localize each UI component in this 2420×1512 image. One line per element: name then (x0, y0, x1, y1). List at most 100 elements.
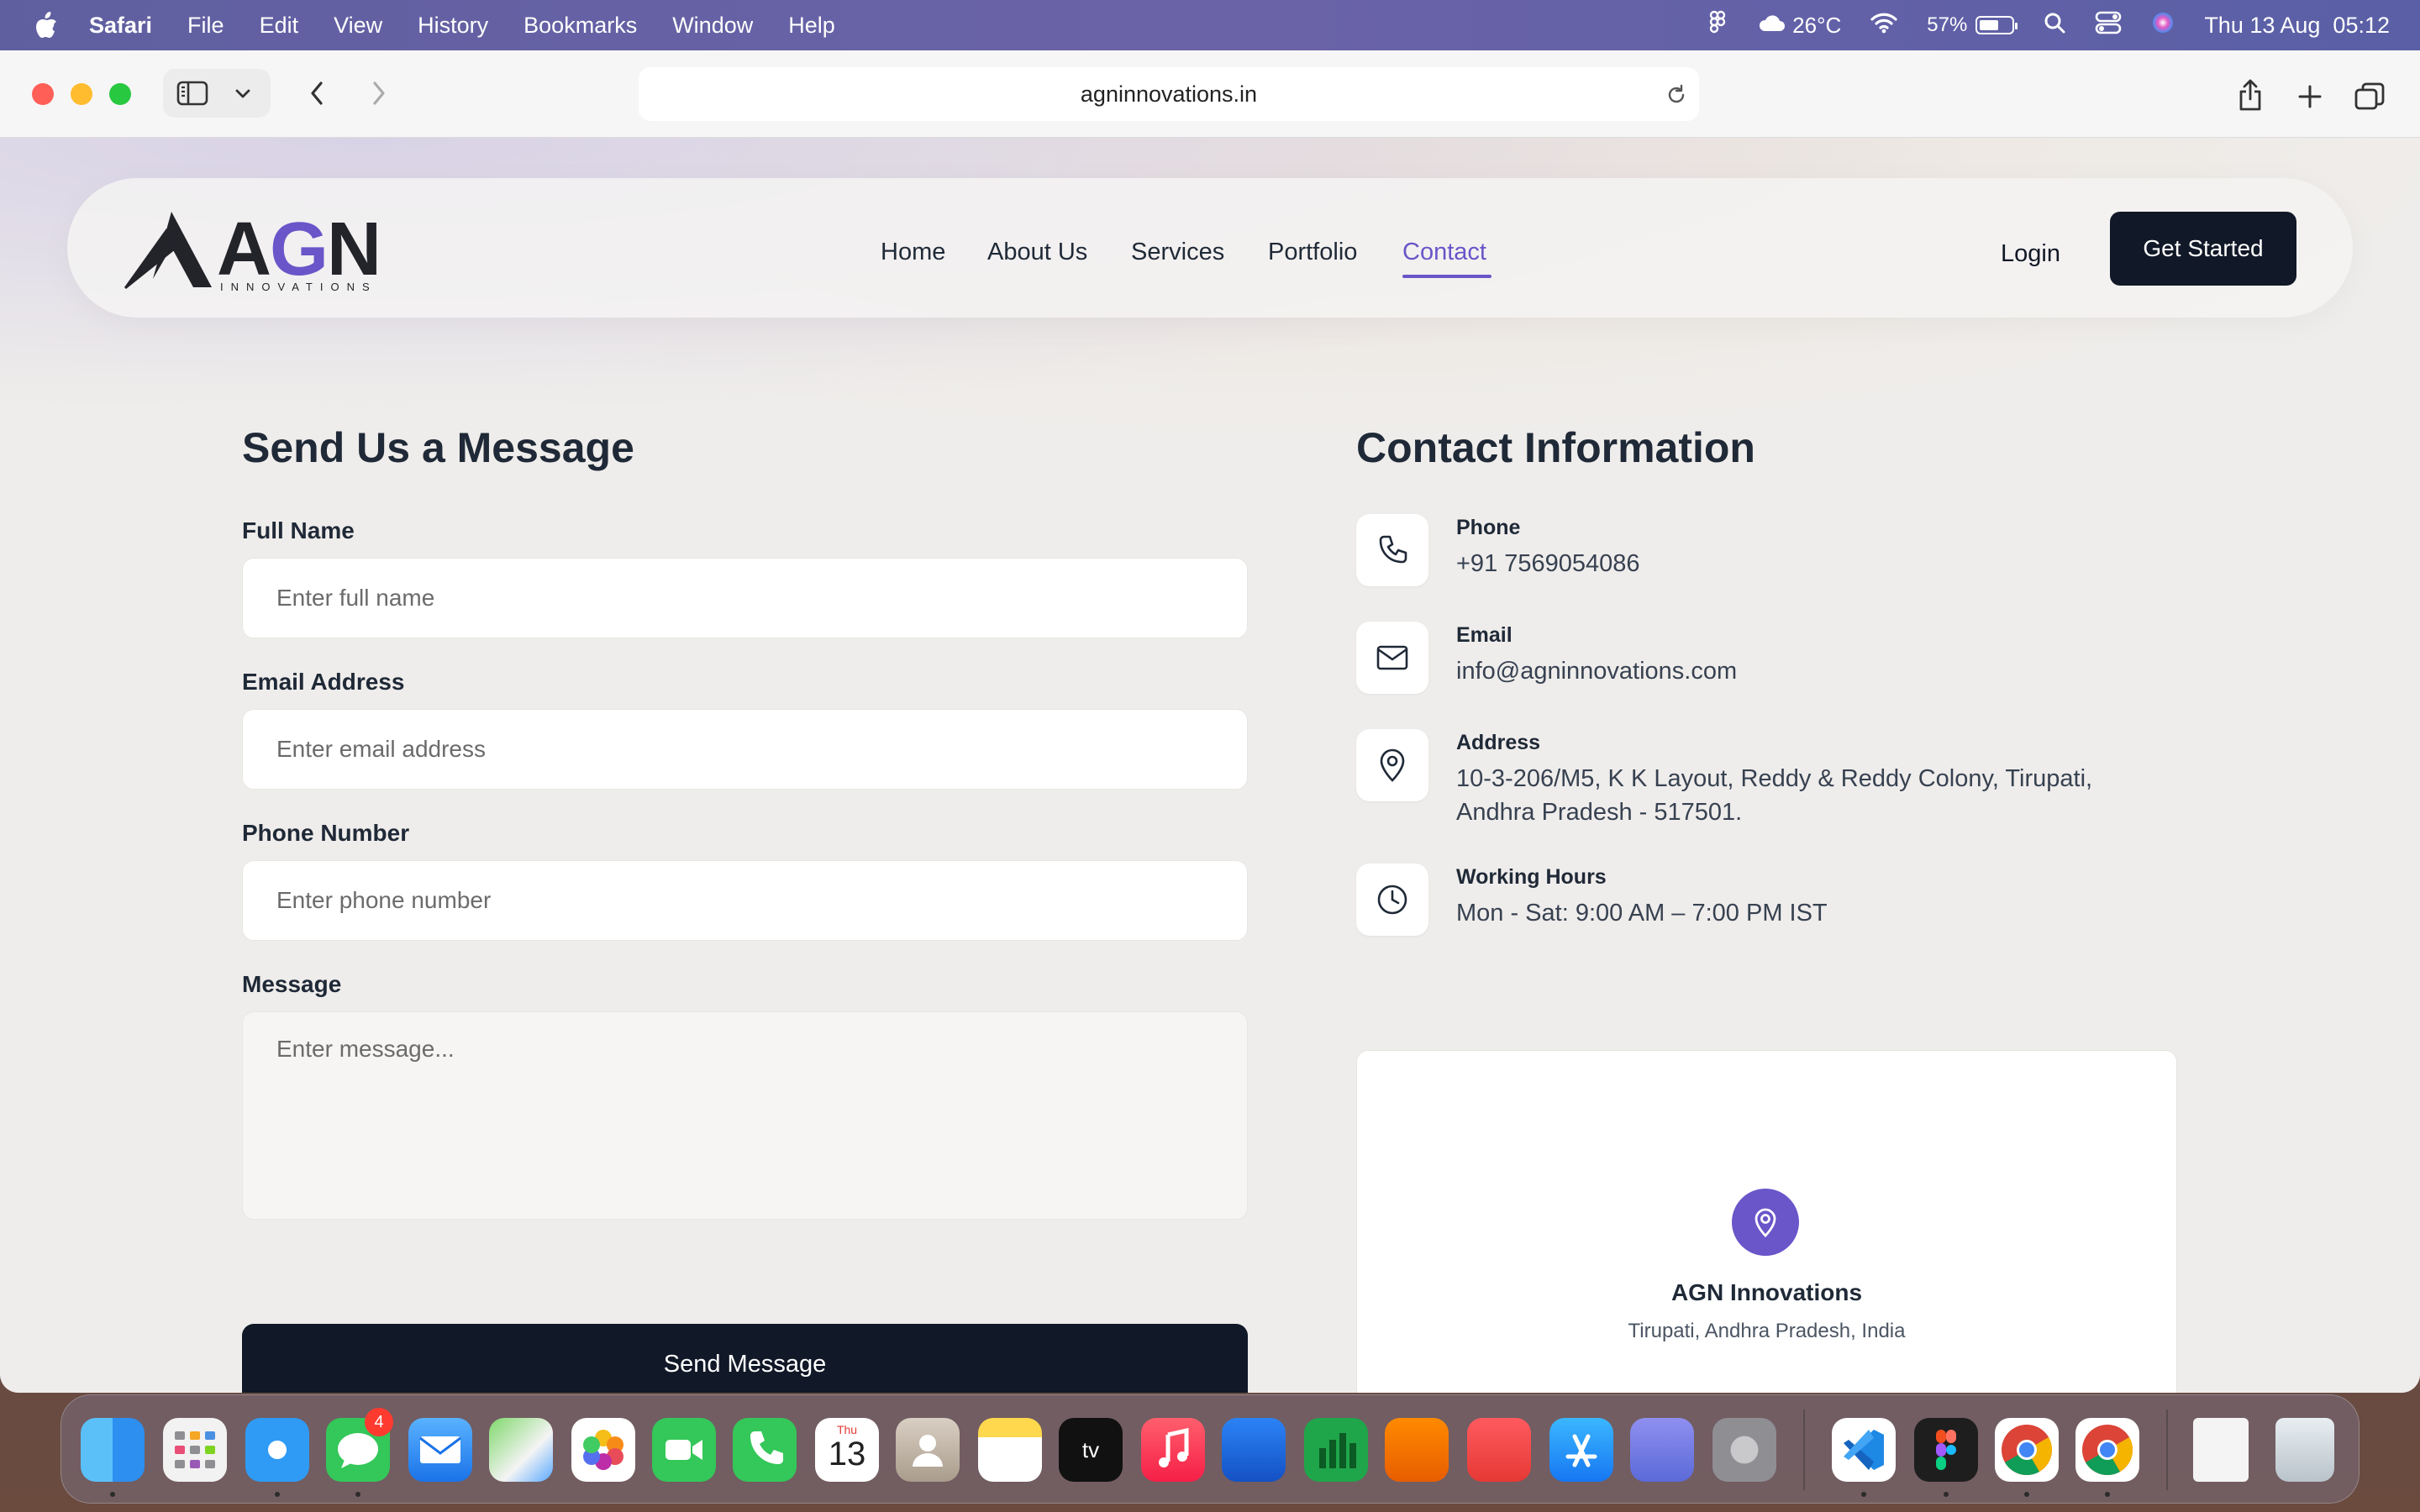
get-started-button[interactable]: Get Started (2110, 212, 2296, 286)
menu-window[interactable]: Window (672, 13, 753, 39)
menu-edit[interactable]: Edit (260, 13, 299, 39)
full-name-input[interactable] (242, 558, 1248, 638)
email-label: Email Address (242, 669, 405, 695)
logo-subtitle: INNOVATIONS (220, 281, 377, 293)
full-name-label: Full Name (242, 517, 355, 543)
zoom-window-button[interactable] (109, 83, 131, 105)
figma-running-dot (1944, 1492, 1949, 1497)
keynote-icon[interactable] (1222, 1418, 1286, 1482)
siri-icon[interactable] (2150, 10, 2175, 41)
chrome-alt-running-dot (2105, 1492, 2110, 1497)
menu-history[interactable]: History (418, 13, 488, 39)
search-icon[interactable] (2043, 11, 2066, 40)
forward-arrow-icon[interactable] (348, 69, 410, 118)
phone-icon (1379, 535, 1407, 564)
nav-active-underline (1402, 275, 1491, 278)
close-window-button[interactable] (32, 83, 54, 105)
launchpad-icon[interactable] (163, 1418, 227, 1482)
reload-icon[interactable] (1662, 81, 1691, 109)
web-page: AGN INNOVATIONS Home About Us Services P… (0, 138, 2420, 1393)
email-icon-tile (1356, 622, 1428, 694)
mail-icon[interactable] (408, 1418, 472, 1482)
chrome-alt-icon[interactable] (2075, 1418, 2139, 1482)
address-url: agninnovations.in (1080, 81, 1258, 107)
logo-mark-icon (124, 212, 212, 289)
address-bar[interactable]: agninnovations.in (639, 67, 1699, 121)
back-arrow-icon[interactable] (286, 69, 348, 118)
hours-value: Mon - Sat: 9:00 AM – 7:00 PM IST (1456, 900, 1828, 927)
app-store-icon[interactable] (1549, 1418, 1613, 1482)
phone-label-text: Phone (1456, 516, 1521, 539)
notes-icon[interactable] (978, 1418, 1042, 1482)
wifi-icon[interactable] (1870, 12, 1898, 39)
dock-separator (1803, 1410, 1805, 1490)
minimize-window-button[interactable] (71, 83, 92, 105)
battery-status[interactable]: 57% (1927, 13, 2018, 37)
chrome-icon[interactable] (1995, 1418, 2059, 1482)
address-line-1: 10-3-206/M5, K K Layout, Reddy & Reddy C… (1456, 765, 2093, 792)
tab-overview-icon[interactable] (2349, 77, 2390, 116)
weather-temp: 26°C (1792, 12, 1842, 38)
sidebar-icon[interactable] (163, 69, 222, 118)
send-message-button[interactable]: Send Message (242, 1324, 1248, 1393)
system-settings-icon[interactable] (1712, 1418, 1776, 1482)
calendar-icon[interactable]: Thu 13 (815, 1418, 879, 1482)
facetime-icon[interactable] (652, 1418, 716, 1482)
apple-tv-icon[interactable]: tv (1059, 1418, 1123, 1482)
figma-status-icon[interactable] (1708, 10, 1728, 41)
trash-icon[interactable] (2275, 1418, 2334, 1482)
contacts-icon[interactable] (896, 1418, 960, 1482)
document-icon[interactable] (2193, 1418, 2249, 1482)
nav-portfolio[interactable]: Portfolio (1268, 239, 1357, 266)
nav-home[interactable]: Home (881, 239, 945, 266)
history-nav-group (286, 69, 410, 118)
phone-app-icon[interactable] (733, 1418, 797, 1482)
rocket-icon[interactable] (1467, 1418, 1531, 1482)
map-pin-icon (1380, 748, 1405, 782)
figma-icon[interactable] (1914, 1418, 1978, 1482)
safari-icon[interactable] (245, 1418, 309, 1482)
menu-bookmarks[interactable]: Bookmarks (523, 13, 637, 39)
calendar-day-label: Thu (836, 1423, 858, 1436)
pages-icon[interactable] (1385, 1418, 1449, 1482)
numbers-icon[interactable] (1304, 1418, 1368, 1482)
email-input[interactable] (242, 709, 1248, 790)
simulator-icon[interactable] (1630, 1418, 1694, 1482)
hours-label-text: Working Hours (1456, 865, 1607, 889)
message-textarea[interactable] (242, 1011, 1248, 1220)
address-line-2: Andhra Pradesh - 517501. (1456, 799, 1743, 826)
login-link[interactable]: Login (2001, 240, 2060, 268)
weather-status[interactable]: 26°C (1757, 13, 1841, 39)
phone-icon-tile (1356, 514, 1428, 586)
calendar-day-number: 13 (828, 1436, 866, 1473)
site-logo[interactable]: AGN INNOVATIONS (124, 207, 385, 297)
map-subtitle: Tirupati, Andhra Pradesh, India (1628, 1320, 1906, 1342)
menu-clock[interactable]: Thu 13 Aug 05:12 (2204, 13, 2390, 39)
maps-icon[interactable] (489, 1418, 553, 1482)
vscode-icon[interactable] (1832, 1418, 1896, 1482)
nav-contact[interactable]: Contact (1402, 239, 1486, 266)
finder-icon[interactable] (81, 1418, 145, 1482)
cloud-icon (1757, 13, 1786, 39)
safari-window: *! agninnovations.in AGN (0, 50, 2420, 1393)
menu-file[interactable]: File (187, 13, 224, 39)
menu-help[interactable]: Help (788, 13, 835, 39)
phone-label: Phone Number (242, 820, 410, 846)
email-value[interactable]: info@agninnovations.com (1456, 654, 1737, 688)
nav-services[interactable]: Services (1131, 239, 1224, 266)
phone-input[interactable] (242, 860, 1248, 941)
phone-value[interactable]: +91 7569054086 (1456, 547, 1640, 580)
email-label-text: Email (1456, 623, 1512, 647)
nav-about-us[interactable]: About Us (987, 239, 1087, 266)
music-icon[interactable] (1141, 1418, 1205, 1482)
share-icon[interactable] (2230, 74, 2270, 116)
menu-view[interactable]: View (334, 13, 382, 39)
menu-app-name[interactable]: Safari (89, 13, 152, 39)
control-center-icon[interactable] (2095, 11, 2122, 40)
apple-menu-icon[interactable] (34, 11, 59, 39)
chevron-down-icon[interactable] (222, 69, 264, 118)
map-card[interactable]: AGN Innovations Tirupati, Andhra Pradesh… (1356, 1050, 2177, 1393)
address-icon-tile (1356, 729, 1428, 801)
photos-icon[interactable] (571, 1418, 635, 1482)
new-tab-plus-icon[interactable] (2291, 77, 2329, 116)
